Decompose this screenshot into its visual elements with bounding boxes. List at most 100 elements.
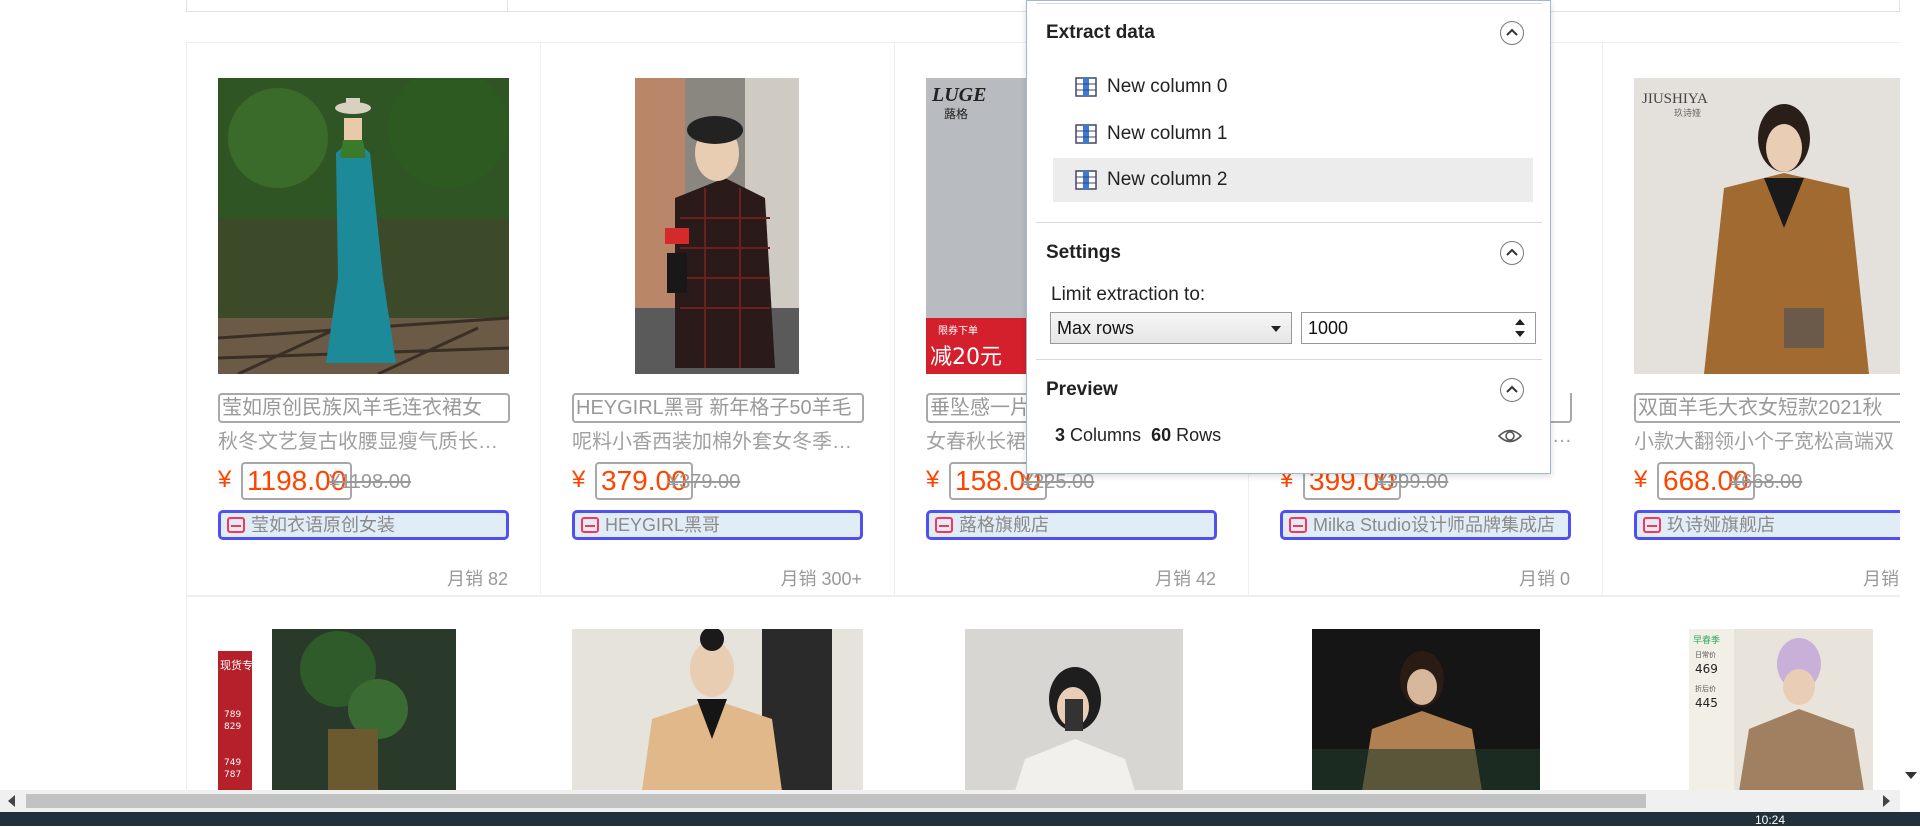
chevron-up-icon xyxy=(1506,385,1518,393)
vertical-scrollbar[interactable] xyxy=(1900,0,1920,790)
extract-section-title: Extract data xyxy=(1046,22,1155,43)
product-image[interactable] xyxy=(1312,629,1540,791)
preview-columns-count: 3 xyxy=(1055,425,1066,445)
divider xyxy=(1036,222,1542,223)
product-image[interactable] xyxy=(218,78,509,374)
coupon-amount: 减20元 xyxy=(930,345,1002,370)
product-card[interactable]: HEYGIRL黑哥 新年格子50羊毛 呢料小香西装加棉外套女冬季… ¥ 379.… xyxy=(541,43,895,596)
product-card[interactable]: JIUSHIYA 玖诗娅 双面羊毛大衣女短款2021秋 小款大翻领小个子宽松高端… xyxy=(1603,43,1901,596)
shop-name: 玖诗娅旗舰店 xyxy=(1667,515,1775,535)
shop-link[interactable]: 玖诗娅旗舰店 xyxy=(1634,510,1901,540)
column-icon xyxy=(1075,124,1097,144)
collapse-settings-button[interactable] xyxy=(1500,241,1524,265)
column-label: New column 0 xyxy=(1107,76,1228,97)
preview-rows-label: Rows xyxy=(1176,425,1222,445)
shop-icon xyxy=(1643,517,1661,533)
column-label: New column 1 xyxy=(1107,123,1228,144)
monthly-sales: 月销 0 xyxy=(1518,569,1570,589)
divider xyxy=(507,0,508,12)
shop-icon xyxy=(935,517,953,533)
shop-link[interactable]: HEYGIRL黑哥 xyxy=(572,510,863,540)
monthly-sales: 月销 82 xyxy=(446,569,508,589)
collapse-preview-button[interactable] xyxy=(1500,378,1524,402)
limit-mode-value: Max rows xyxy=(1057,318,1135,338)
currency-symbol: ¥ xyxy=(572,466,586,493)
currency-symbol: ¥ xyxy=(218,466,232,493)
shop-name: 莹如衣语原创女装 xyxy=(251,515,395,535)
column-item-selected[interactable]: New column 2 xyxy=(1053,158,1533,202)
monthly-sales: 月销 300+ xyxy=(780,569,862,589)
scroll-left-icon[interactable] xyxy=(8,795,15,807)
shop-icon xyxy=(1289,517,1307,533)
spin-down-icon[interactable] xyxy=(1515,331,1525,337)
collapse-extract-button[interactable] xyxy=(1500,21,1524,45)
clock: 10:24 xyxy=(1755,813,1786,827)
product-card[interactable]: 莹如原创民族风羊毛连衣裙女 秋冬文艺复古收腰显瘦气质长… ¥ 1198.00 ¥… xyxy=(187,43,541,596)
limit-mode-select[interactable]: Max rows xyxy=(1050,312,1292,344)
product-title[interactable]: 双面羊毛大衣女短款2021秋 xyxy=(1634,393,1901,423)
product-subtitle[interactable]: 小款大翻领小个子宽松高端双 xyxy=(1634,425,1901,454)
product-image[interactable]: 早春季 日常价 469 折后价 445 xyxy=(1689,629,1873,791)
column-label: New column 2 xyxy=(1107,169,1228,190)
currency-symbol: ¥ xyxy=(926,466,940,493)
column-item[interactable]: New column 1 xyxy=(1053,112,1533,156)
brand-logo: LUGE xyxy=(931,84,986,106)
product-title[interactable]: HEYGIRL黑哥 新年格子50羊毛 xyxy=(572,393,864,423)
limit-value: 1000 xyxy=(1308,318,1349,338)
divider xyxy=(1036,3,1542,4)
original-price: ¥379.00 xyxy=(668,471,741,493)
original-price: ¥668.00 xyxy=(1730,471,1803,493)
live-tag: 现货专区 xyxy=(220,658,264,672)
shop-name: HEYGIRL黑哥 xyxy=(605,515,721,535)
shop-icon xyxy=(227,517,245,533)
thumb-label: 469 xyxy=(1695,662,1718,676)
scroll-right-icon[interactable] xyxy=(1883,795,1890,807)
row-divider xyxy=(187,596,1901,597)
product-subtitle[interactable]: 秋冬文艺复古收腰显瘦气质长… xyxy=(218,425,510,454)
thumb-label: 折后价 xyxy=(1695,684,1716,693)
thumb-tag: 早春季 xyxy=(1693,634,1720,646)
original-price: ¥1198.00 xyxy=(329,471,411,493)
monthly-sales: 月销 10 xyxy=(1862,569,1901,589)
coupon-badge: 限券下单 xyxy=(938,324,978,337)
chevron-up-icon xyxy=(1506,28,1518,36)
spin-up-icon[interactable] xyxy=(1515,319,1525,325)
product-image[interactable] xyxy=(572,629,863,791)
product-image[interactable] xyxy=(965,629,1183,791)
chevron-down-icon xyxy=(1271,326,1281,332)
shop-icon xyxy=(581,517,599,533)
limit-label: Limit extraction to: xyxy=(1051,284,1206,305)
preview-summary: 3 Columns 60 Rows xyxy=(1055,425,1221,446)
product-image[interactable]: JIUSHIYA 玖诗娅 xyxy=(1634,78,1901,374)
brand-logo: JIUSHIYA xyxy=(1642,91,1708,107)
product-image[interactable]: LUGE 蕗格 限券下单 减20元 xyxy=(926,78,1034,374)
preview-section-title: Preview xyxy=(1046,379,1118,400)
brand-logo-cn: 玖诗娅 xyxy=(1674,107,1701,119)
horizontal-scrollbar[interactable] xyxy=(0,790,1900,812)
column-icon xyxy=(1075,77,1097,97)
shop-link[interactable]: Milka Studio设计师品牌集成店 xyxy=(1280,510,1571,540)
column-item[interactable]: New column 0 xyxy=(1053,65,1533,109)
scrollbar-thumb[interactable] xyxy=(26,794,1646,808)
currency-symbol: ¥ xyxy=(1634,466,1648,493)
preview-columns-label: Columns xyxy=(1070,425,1142,445)
product-image[interactable] xyxy=(635,78,799,374)
eye-icon[interactable] xyxy=(1498,427,1522,445)
limit-value-input[interactable]: 1000 xyxy=(1301,312,1536,344)
product-image[interactable]: 现货专区 789 829 749 787 xyxy=(218,629,456,791)
original-price: ¥225.00 xyxy=(1022,471,1095,493)
brand-logo-cn: 蕗格 xyxy=(944,106,968,121)
divider xyxy=(1036,359,1542,360)
shop-name: Milka Studio设计师品牌集成店 xyxy=(1313,515,1556,535)
extract-data-panel: Extract data New column 0 New column 1 N… xyxy=(1026,0,1551,474)
product-subtitle[interactable]: 呢料小香西装加棉外套女冬季… xyxy=(572,425,864,454)
settings-section-title: Settings xyxy=(1046,242,1121,263)
scroll-down-icon[interactable] xyxy=(1905,772,1917,779)
shop-link[interactable]: 蕗格旗舰店 xyxy=(926,510,1217,540)
taskbar: 10:24 xyxy=(0,812,1920,827)
thumb-label: 749 xyxy=(224,758,241,768)
thumb-label: 829 xyxy=(224,722,241,732)
monthly-sales: 月销 42 xyxy=(1154,569,1216,589)
product-title[interactable]: 莹如原创民族风羊毛连衣裙女 xyxy=(218,393,510,423)
shop-link[interactable]: 莹如衣语原创女装 xyxy=(218,510,509,540)
